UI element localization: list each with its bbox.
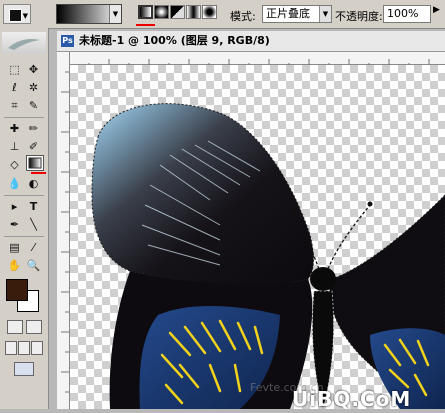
radial-gradient-button[interactable] bbox=[154, 5, 169, 19]
clone-stamp-tool-icon[interactable]: ⊥ bbox=[6, 139, 23, 155]
tool-preset-picker[interactable]: ▼ bbox=[3, 4, 31, 24]
canvas[interactable]: Fevte.com.cn UiBQ.CoM bbox=[70, 65, 445, 409]
gradient-tool-icon[interactable] bbox=[26, 155, 44, 171]
photoshop-doc-icon: Ps bbox=[61, 35, 74, 47]
toolbox-divider bbox=[4, 236, 44, 237]
brush-tool-icon[interactable]: ✏ bbox=[25, 121, 42, 137]
dodge-tool-icon[interactable]: ◐ bbox=[25, 176, 42, 192]
ruler-vertical[interactable] bbox=[57, 52, 70, 409]
healing-brush-tool-icon[interactable]: ✚ bbox=[6, 121, 23, 137]
document-title: 未标题-1 @ 100% (图层 9, RGB/8) bbox=[79, 34, 270, 47]
eyedropper-tool-icon[interactable]: ⁄ bbox=[25, 240, 42, 256]
zoom-tool-icon[interactable]: 🔍 bbox=[25, 258, 42, 274]
toolbox: ⬚ ✥ ℓ ✲ ⌗ ✎ ✚ ✏ ⊥ ✐ ◇ 💧 ◐ ▸ T ✒ ╲ ▤ ⁄ ✋ … bbox=[0, 28, 49, 409]
watermark-logo: UiBQ.CoM bbox=[292, 387, 412, 409]
butterfly-artwork bbox=[91, 103, 445, 409]
history-brush-tool-icon[interactable]: ✐ bbox=[25, 139, 42, 155]
gradient-tool-icon bbox=[9, 9, 22, 22]
imageready-button[interactable] bbox=[14, 362, 34, 376]
angle-gradient-button[interactable] bbox=[170, 5, 185, 19]
document-window: Ps 未标题-1 @ 100% (图层 9, RGB/8) Fevte.com.… bbox=[57, 31, 445, 409]
ruler-horizontal[interactable] bbox=[68, 52, 445, 67]
reflected-gradient-button[interactable] bbox=[186, 5, 201, 19]
screen-mode-standard-button[interactable] bbox=[5, 341, 17, 355]
toolbox-divider bbox=[4, 195, 44, 196]
diamond-gradient-button[interactable] bbox=[202, 5, 217, 19]
highlight-underline bbox=[31, 172, 46, 174]
toolbox-header-icon bbox=[2, 32, 46, 54]
quick-mask-button[interactable] bbox=[26, 320, 42, 334]
magic-wand-tool-icon[interactable]: ✲ bbox=[25, 80, 42, 96]
path-selection-tool-icon[interactable]: ▸ bbox=[6, 199, 23, 215]
foreground-color-swatch[interactable] bbox=[6, 279, 28, 301]
mode-select[interactable]: 正片叠底 ▼ bbox=[262, 5, 332, 23]
notes-tool-icon[interactable]: ▤ bbox=[6, 240, 23, 256]
options-bar: ▼ ▼ 模式: 正片叠底 ▼ 不透明度: 100% ▶ bbox=[0, 0, 445, 29]
opacity-arrow-icon[interactable]: ▶ bbox=[433, 5, 440, 15]
chevron-down-icon[interactable]: ▼ bbox=[319, 6, 331, 22]
mode-value: 正片叠底 bbox=[266, 7, 310, 20]
linear-gradient-button[interactable] bbox=[138, 5, 153, 19]
marquee-tool-icon[interactable]: ⬚ bbox=[6, 62, 23, 78]
document-titlebar[interactable]: Ps 未标题-1 @ 100% (图层 9, RGB/8) bbox=[57, 31, 445, 52]
screen-mode-full-button[interactable] bbox=[31, 341, 43, 355]
move-tool-icon[interactable]: ✥ bbox=[25, 62, 42, 78]
hand-tool-icon[interactable]: ✋ bbox=[6, 258, 23, 274]
blur-tool-icon[interactable]: 💧 bbox=[6, 176, 23, 192]
pen-tool-icon[interactable]: ✒ bbox=[6, 217, 23, 233]
line-tool-icon[interactable]: ╲ bbox=[25, 217, 42, 233]
screen-mode-menubar-button[interactable] bbox=[18, 341, 30, 355]
standard-mode-button[interactable] bbox=[7, 320, 23, 334]
mode-label: 模式: bbox=[230, 10, 256, 23]
opacity-input[interactable]: 100% bbox=[383, 5, 431, 23]
gradient-picker[interactable]: ▼ bbox=[56, 4, 122, 24]
type-tool-icon[interactable]: T bbox=[25, 199, 42, 215]
opacity-value: 100% bbox=[387, 7, 419, 20]
chevron-down-icon[interactable]: ▼ bbox=[109, 5, 121, 23]
opacity-label: 不透明度: bbox=[335, 10, 383, 23]
slice-tool-icon[interactable]: ✎ bbox=[25, 98, 42, 114]
lasso-tool-icon[interactable]: ℓ bbox=[6, 80, 23, 96]
chevron-down-icon: ▼ bbox=[22, 12, 28, 20]
eraser-tool-icon[interactable]: ◇ bbox=[6, 157, 23, 173]
toolbox-divider bbox=[4, 117, 44, 118]
crop-tool-icon[interactable]: ⌗ bbox=[6, 98, 23, 114]
highlight-underline bbox=[136, 24, 155, 26]
